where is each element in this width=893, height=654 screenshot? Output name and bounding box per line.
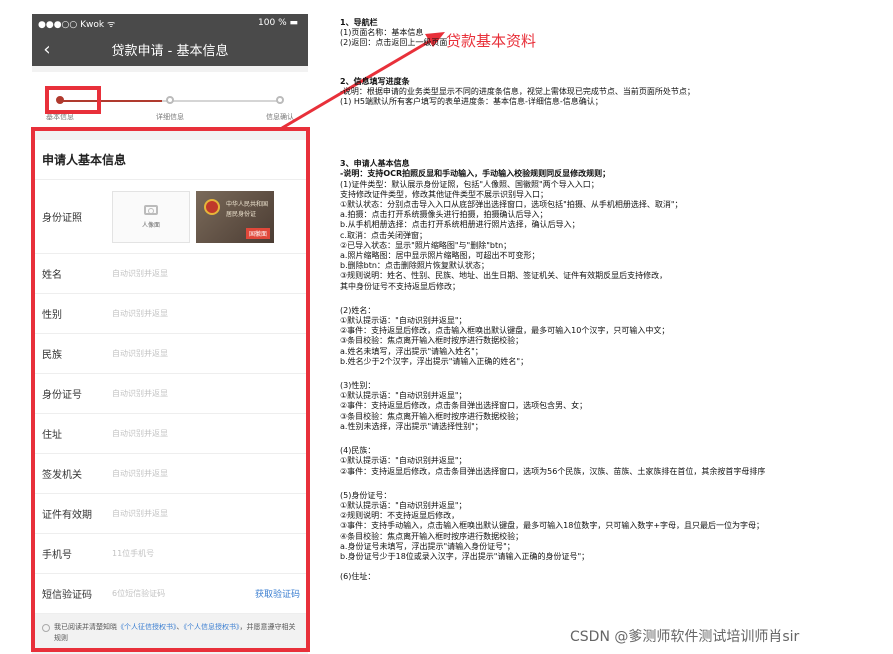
nav-bar: ‹ 贷款申请 - 基本信息 (32, 32, 308, 66)
note-line: ①默认提示语："自动识别并返显"； (340, 500, 467, 510)
note-line: ③条目校验：焦点离开输入框时按序进行数据校验； (340, 336, 524, 346)
progress-step-dot-3 (276, 96, 284, 104)
note-line: ④条目校验：焦点离开输入框时按序进行数据校验； (340, 531, 524, 541)
note-line: (5)身份证号： (340, 490, 392, 500)
progress-step-label-3: 信息确认 (266, 113, 294, 121)
note-line: a.照片缩略图：居中显示照片缩略图，可超出不可变形； (340, 251, 540, 261)
battery-indicator: 100 % ▬ (258, 18, 298, 28)
note-line: (1)页面名称：基本信息 (340, 28, 424, 38)
note-line: b.姓名少于2个汉字，浮出提示"请输入正确的姓名"； (340, 356, 529, 366)
note-line: ①默认状态：分别点击导入入口从底部弹出选择窗口，选项包括"拍摄、从手机相册选择、… (340, 200, 683, 210)
note-line: b.身份证号少于18位或录入汉字，浮出提示"请输入正确的身份证号"； (340, 551, 590, 561)
note-line: 其中身份证号不支持返显后修改； (340, 281, 460, 291)
note-line: 3、申请人基本信息 (340, 159, 410, 169)
note-line: ②规则说明：不支持返显后修改， (340, 511, 460, 521)
note-line: 支持修改证件类型，修改其他证件类型不展示识别导入口； (340, 189, 548, 199)
note-line: a.性别未选择，浮出提示"请选择性别"； (340, 421, 483, 431)
note-line: -说明：根据申请的业务类型显示不同的进度条信息，视觉上需体现已完成节点、当前页面… (340, 86, 695, 96)
note-line: ①默认提示语："自动识别并返显"； (340, 456, 467, 466)
note-line: (2)姓名： (340, 305, 376, 315)
note-line: (4)民族： (340, 446, 376, 456)
note-line: ③事件：支持手动输入，点击输入框唤出默认键盘，最多可输入18位数字，只可输入数字… (340, 521, 765, 531)
note-line: b.从手机相册选择：点击打开系统相册进行照片选择，确认后导入； (340, 220, 580, 230)
note-line: ②事件：支持返显后修改，点击条目弹出选择窗口，选项包含男、女； (340, 401, 588, 411)
note-line: (3)性别： (340, 381, 376, 391)
annotation-box-progress (45, 86, 101, 114)
note-line: a.姓名未填写，浮出提示"请输入姓名"； (340, 346, 483, 356)
note-line: ③条目校验：焦点离开输入框时按序进行数据校验； (340, 411, 524, 421)
note-line: ①默认提示语："自动识别并返显"； (340, 391, 467, 401)
note-line: (6)住址： (340, 572, 376, 582)
note-line: (1)证件类型：默认展示身份证照，包括"人像照、国徽照"两个导入入口； (340, 179, 599, 189)
note-line: ①默认提示语："自动识别并返显"； (340, 316, 467, 326)
annotation-box-form (31, 127, 310, 652)
note-line: a.身份证号未填写，浮出提示"请输入身份证号"； (340, 541, 515, 551)
note-line: (1) H5端默认所有客户填写的表单进度条：基本信息-详细信息-信息确认； (340, 97, 603, 107)
note-line: ②事件：支持返显后修改，点击条目弹出选择窗口，选项为56个民族，汉族、苗族、土家… (340, 466, 766, 476)
progress-step-label-2: 详细信息 (156, 113, 184, 121)
note-line: b.删除btn：点击删除照片恢复默认状态； (340, 261, 489, 271)
note-line: c.取消：点击关闭弹窗； (340, 230, 427, 240)
back-arrow-icon[interactable]: ‹ (32, 39, 62, 60)
progress-step-dot-2 (166, 96, 174, 104)
page-title: 贷款申请 - 基本信息 (111, 43, 229, 59)
note-line: (2)返回：点击返回上一级页面 (340, 38, 448, 48)
note-line: ③规则说明：姓名、性别、民族、地址、出生日期、签证机关、证件有效期反显后支持修改… (340, 271, 668, 281)
note-line: ②事件：支持返显后修改，点击输入框唤出默认键盘，最多可输入10个汉字，只可输入中… (340, 326, 670, 336)
note-line: 1、导航栏 (340, 18, 378, 27)
watermark: CSDN @爹测师软件测试培训师肖sir (570, 629, 800, 645)
note-line: ②已导入状态：显示"照片缩略图"与"删除"btn； (340, 240, 512, 250)
carrier-signal: ●●●○○ Kwok ᯤ (38, 19, 116, 30)
note-line: -说明：支持OCR拍照反显和手动输入，手动输入校验规则同反显修改规则； (340, 169, 611, 179)
note-line: 2、信息填写进度条 (340, 76, 410, 86)
note-line: a.拍摄：点击打开系统摄像头进行拍摄，拍摄确认后导入； (340, 210, 548, 220)
status-bar: ●●●○○ Kwok ᯤ 100 % ▬ (32, 14, 308, 32)
requirement-notes: 1、导航栏 (1)页面名称：基本信息 (2)返回：点击返回上一级页面 2、信息填… (340, 18, 892, 582)
